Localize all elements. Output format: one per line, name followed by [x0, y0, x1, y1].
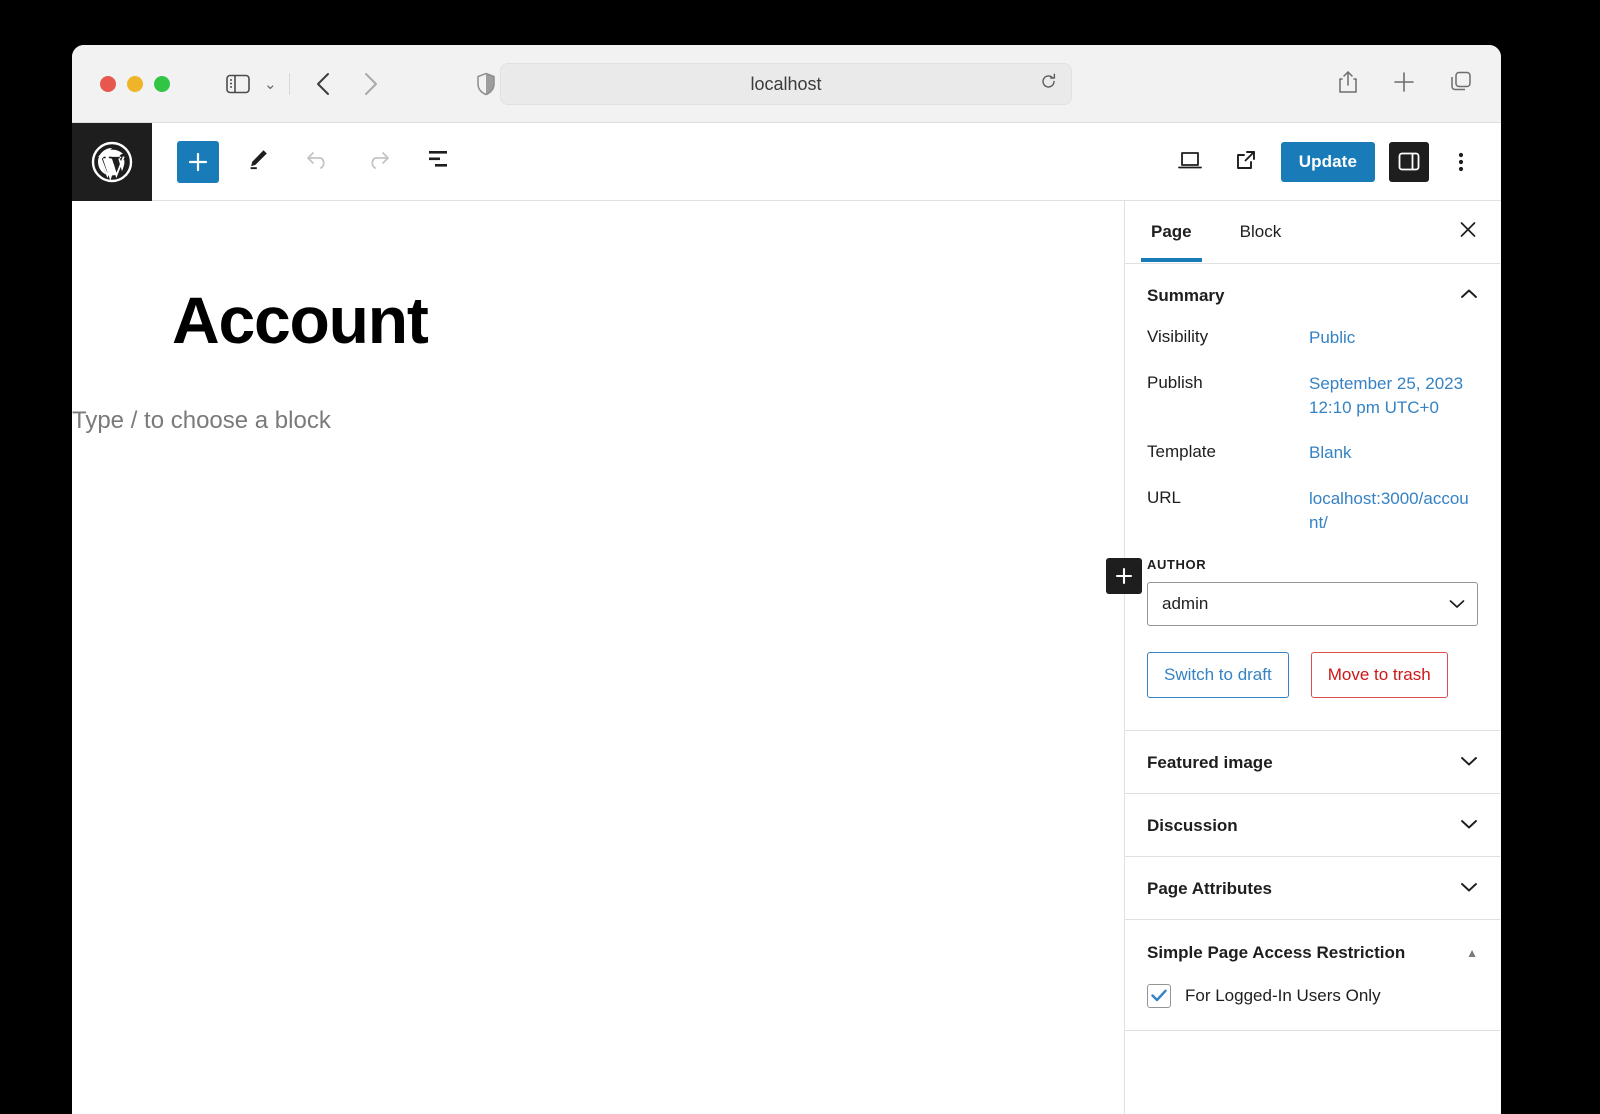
switch-to-draft-button[interactable]: Switch to draft	[1147, 652, 1289, 698]
editor-tools	[177, 141, 459, 183]
chevron-down-icon[interactable]	[1460, 754, 1478, 772]
tab-page[interactable]: Page	[1147, 202, 1196, 262]
plus-icon[interactable]	[1393, 71, 1415, 98]
url-text: localhost	[750, 74, 821, 95]
logged-in-only-label: For Logged-In Users Only	[1185, 986, 1381, 1006]
summary-action-buttons: Switch to draft Move to trash	[1147, 652, 1478, 698]
url-label: URL	[1147, 487, 1309, 508]
minimize-window-button[interactable]	[127, 76, 143, 92]
chevron-down-icon[interactable]	[1460, 817, 1478, 835]
move-to-trash-button[interactable]: Move to trash	[1311, 652, 1448, 698]
simple-page-access-restriction-body: For Logged-In Users Only	[1125, 984, 1500, 1030]
redo-icon[interactable]	[357, 141, 399, 183]
toolbar-divider	[289, 73, 290, 95]
browser-right-actions	[1337, 45, 1473, 123]
author-select[interactable]: admin	[1147, 582, 1478, 626]
discussion-title: Discussion	[1147, 816, 1238, 836]
publish-value[interactable]: September 25, 2023 12:10 pm UTC+0	[1309, 372, 1478, 420]
tab-block[interactable]: Block	[1236, 202, 1286, 262]
summary-panel-body: Visibility Public Publish September 25, …	[1125, 326, 1500, 730]
close-window-button[interactable]	[100, 76, 116, 92]
undo-icon[interactable]	[297, 141, 339, 183]
chevron-down-icon	[1449, 594, 1465, 614]
author-value: admin	[1162, 594, 1208, 614]
template-value[interactable]: Blank	[1309, 441, 1352, 465]
address-bar[interactable]: localhost	[500, 63, 1072, 105]
settings-sidebar: Page Block Summary	[1125, 201, 1500, 1114]
editor-actions: Update	[1169, 123, 1479, 201]
publish-label: Publish	[1147, 372, 1309, 393]
caret-up-icon[interactable]: ▲	[1466, 946, 1478, 960]
desktop-preview-icon[interactable]	[1169, 141, 1211, 183]
maximize-window-button[interactable]	[154, 76, 170, 92]
wordpress-logo-icon[interactable]	[72, 123, 152, 201]
logged-in-only-checkbox[interactable]	[1147, 984, 1171, 1008]
visibility-label: Visibility	[1147, 326, 1309, 347]
settings-sidebar-toggle[interactable]	[1389, 142, 1429, 182]
visibility-value[interactable]: Public	[1309, 326, 1355, 350]
list-view-icon[interactable]	[417, 141, 459, 183]
editor-canvas[interactable]: Account Type / to choose a block	[72, 201, 1125, 1114]
chevron-down-icon[interactable]	[1460, 880, 1478, 898]
browser-window: ⌄ localhost	[72, 45, 1501, 1114]
kebab-menu-icon[interactable]	[1443, 142, 1479, 182]
discussion-panel-header[interactable]: Discussion	[1125, 794, 1500, 856]
sidebar-tabs: Page Block	[1125, 201, 1500, 264]
pencil-icon[interactable]	[237, 141, 279, 183]
browser-chrome: ⌄ localhost	[72, 45, 1501, 123]
editor-header: Update	[72, 123, 1501, 201]
page-attributes-title: Page Attributes	[1147, 879, 1272, 899]
external-link-icon[interactable]	[1225, 141, 1267, 183]
sidebar-icon[interactable]	[226, 74, 250, 94]
window-controls	[100, 76, 170, 92]
author-label: AUTHOR	[1147, 557, 1478, 572]
url-value[interactable]: localhost:3000/account/	[1309, 487, 1478, 535]
tab-overview-icon[interactable]	[1449, 70, 1473, 99]
page-attributes-panel-header[interactable]: Page Attributes	[1125, 857, 1500, 919]
chevron-up-icon[interactable]	[1460, 287, 1478, 305]
forward-arrow-icon[interactable]	[362, 71, 380, 97]
page-title[interactable]: Account	[172, 287, 1124, 353]
divider	[1125, 1030, 1500, 1031]
summary-row-template: Template Blank	[1147, 441, 1478, 465]
summary-row-publish: Publish September 25, 2023 12:10 pm UTC+…	[1147, 372, 1478, 420]
summary-row-visibility: Visibility Public	[1147, 326, 1478, 350]
logged-in-only-row[interactable]: For Logged-In Users Only	[1147, 984, 1478, 1008]
summary-title: Summary	[1147, 286, 1224, 306]
simple-page-access-restriction-header[interactable]: Simple Page Access Restriction ▲	[1125, 920, 1500, 984]
template-label: Template	[1147, 441, 1309, 462]
privacy-shield-icon[interactable]	[476, 72, 496, 96]
chevron-down-icon[interactable]: ⌄	[264, 75, 277, 93]
block-inserter-button[interactable]	[1106, 558, 1142, 594]
update-button[interactable]: Update	[1281, 142, 1375, 182]
close-icon[interactable]	[1458, 220, 1478, 245]
plugin-panel-title: Simple Page Access Restriction	[1147, 942, 1405, 964]
share-icon[interactable]	[1337, 70, 1359, 99]
back-arrow-icon[interactable]	[314, 71, 332, 97]
summary-row-url: URL localhost:3000/account/	[1147, 487, 1478, 535]
featured-image-title: Featured image	[1147, 753, 1273, 773]
featured-image-panel-header[interactable]: Featured image	[1125, 731, 1500, 793]
add-block-button[interactable]	[177, 141, 219, 183]
reload-icon[interactable]	[1040, 73, 1057, 95]
summary-panel-header[interactable]: Summary	[1125, 264, 1500, 326]
editor-body: Account Type / to choose a block Page Bl…	[72, 201, 1501, 1114]
block-placeholder[interactable]: Type / to choose a block	[72, 407, 1124, 435]
